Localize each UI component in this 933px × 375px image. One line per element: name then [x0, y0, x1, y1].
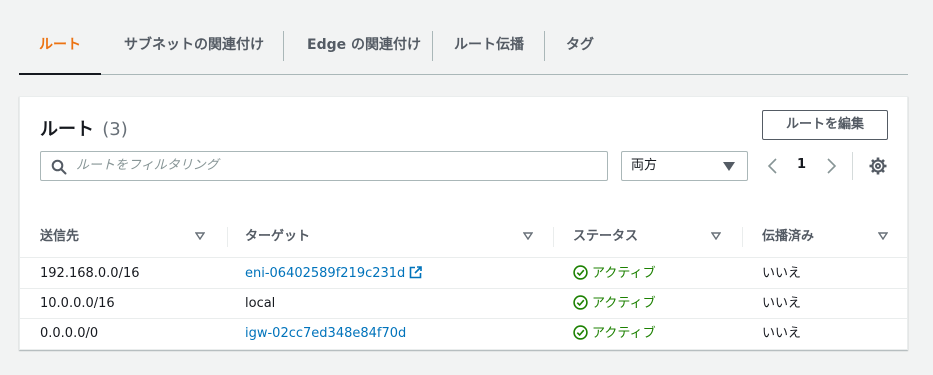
table-row[interactable]: 10.0.0.0/16 local アクティブ いいえ	[20, 289, 907, 319]
column-target[interactable]: ターゲット	[245, 217, 310, 257]
column-divider	[553, 227, 554, 247]
target-cell: igw-02cc7ed348e84f70d	[245, 319, 406, 348]
sort-icon[interactable]	[878, 232, 888, 240]
column-destination[interactable]: 送信先	[40, 217, 79, 257]
edit-routes-button[interactable]: ルートを編集	[762, 110, 888, 140]
route-type-select[interactable]: 両方	[621, 151, 748, 181]
check-circle-icon	[573, 325, 588, 340]
column-status[interactable]: ステータス	[573, 217, 638, 257]
status-cell: アクティブ	[573, 259, 656, 288]
status-text: アクティブ	[592, 326, 656, 341]
tab-bar: ルート サブネットの関連付け Edge の関連付け ルート伝播 タグ	[19, 20, 908, 75]
search-placeholder: ルートをフィルタリング	[76, 158, 219, 173]
tab-divider	[432, 31, 433, 61]
column-divider	[227, 227, 228, 247]
table-row[interactable]: 0.0.0.0/0 igw-02cc7ed348e84f70d アクティブ いい…	[20, 319, 907, 348]
target-link[interactable]: igw-02cc7ed348e84f70d	[245, 326, 406, 341]
propagated-cell: いいえ	[762, 296, 802, 311]
sort-icon[interactable]	[523, 232, 533, 240]
tab-routes[interactable]: ルート	[19, 20, 101, 75]
column-divider	[742, 227, 743, 247]
tab-subnet-associations[interactable]: サブネットの関連付け	[124, 20, 264, 74]
chevron-right-icon[interactable]	[824, 158, 838, 174]
sort-icon[interactable]	[195, 232, 205, 240]
destination-cell: 0.0.0.0/0	[40, 326, 99, 341]
tab-route-propagation[interactable]: ルート伝播	[454, 20, 524, 74]
destination-cell: 192.168.0.0/16	[40, 266, 140, 281]
target-cell: local	[245, 296, 276, 311]
status-cell: アクティブ	[573, 319, 656, 348]
route-filter-input[interactable]: ルートをフィルタリング	[40, 151, 608, 181]
select-value: 両方	[631, 158, 658, 173]
chevron-left-icon[interactable]	[766, 158, 780, 174]
current-page[interactable]: 1	[797, 157, 806, 172]
propagated-cell: いいえ	[762, 266, 802, 281]
table-row[interactable]: 192.168.0.0/16 eni-06402589f219c231d アクテ…	[20, 259, 907, 289]
pager-divider	[852, 152, 853, 180]
search-icon	[51, 159, 67, 175]
table-header: 送信先 ターゲット ステータス 伝播済み	[20, 217, 907, 258]
status-text: アクティブ	[592, 296, 656, 311]
target-link[interactable]: eni-06402589f219c231d	[245, 266, 405, 281]
tab-divider	[283, 31, 284, 61]
status-text: アクティブ	[592, 266, 656, 281]
propagated-cell: いいえ	[762, 326, 802, 341]
column-propagated[interactable]: 伝播済み	[762, 217, 814, 257]
route-count: (3)	[102, 119, 128, 140]
destination-cell: 10.0.0.0/16	[40, 296, 115, 311]
target-cell: eni-06402589f219c231d	[245, 259, 423, 288]
panel-title-text: ルート	[40, 119, 94, 140]
routes-panel: ルート (3) ルートを編集 ルートをフィルタリング 両方 1 送信先 ターゲッ…	[19, 96, 908, 350]
gear-icon[interactable]	[869, 157, 887, 175]
caret-down-icon	[723, 162, 735, 171]
sort-icon[interactable]	[711, 232, 721, 240]
external-link-icon[interactable]	[409, 266, 423, 279]
tab-divider	[544, 31, 545, 61]
check-circle-icon	[573, 265, 588, 280]
status-cell: アクティブ	[573, 289, 656, 318]
tab-edge-associations[interactable]: Edge の関連付け	[307, 20, 421, 74]
check-circle-icon	[573, 295, 588, 310]
panel-title: ルート (3)	[40, 115, 128, 141]
tab-tags[interactable]: タグ	[566, 20, 594, 74]
